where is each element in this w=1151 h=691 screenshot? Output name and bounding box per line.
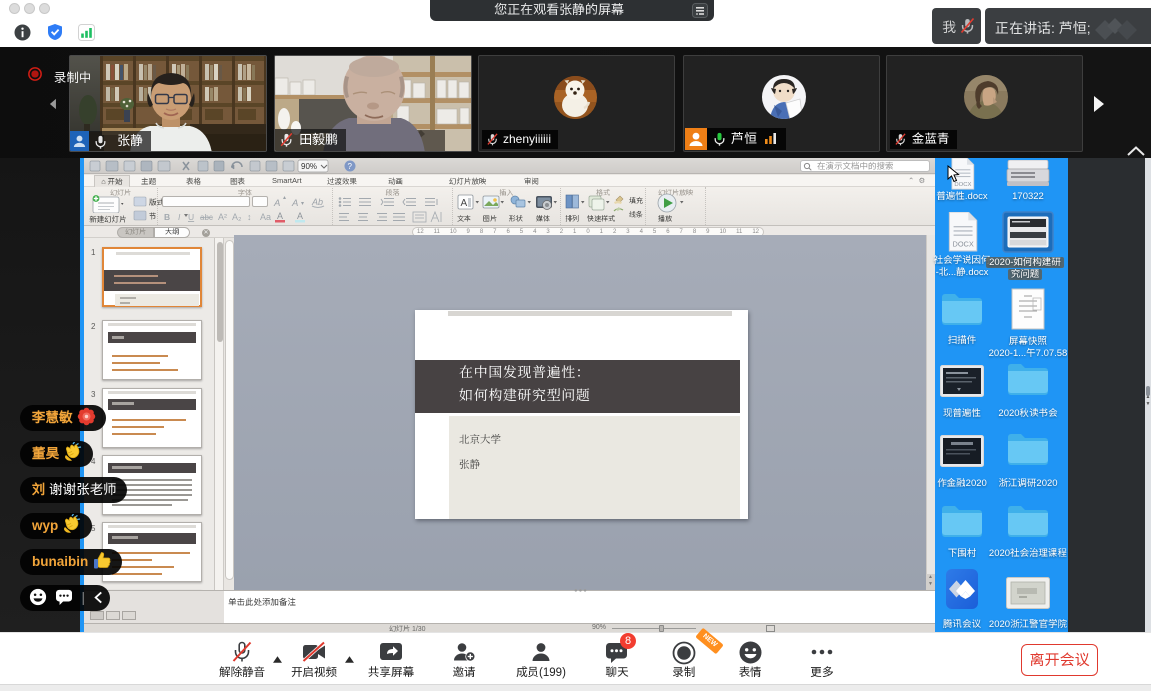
svg-text:abc: abc (200, 213, 213, 222)
svg-text:A₂: A₂ (232, 212, 242, 222)
svg-text:A: A (273, 198, 280, 209)
svg-text:A: A (291, 198, 298, 209)
svg-text:DOCX: DOCX (953, 240, 974, 249)
svg-text:↕: ↕ (247, 212, 252, 222)
svg-text:A: A (277, 211, 283, 221)
svg-text:A: A (297, 211, 303, 221)
svg-text:B: B (164, 212, 170, 222)
svg-text:A: A (461, 198, 468, 209)
svg-text:I: I (178, 212, 181, 222)
svg-text:Aa: Aa (260, 212, 271, 222)
svg-text:90%: 90% (301, 162, 317, 171)
svg-text:A²: A² (218, 212, 227, 222)
svg-text:?: ? (348, 162, 353, 171)
svg-text:节: 节 (149, 212, 157, 221)
svg-text:U: U (188, 212, 194, 222)
svg-text:Ab: Ab (311, 197, 323, 207)
